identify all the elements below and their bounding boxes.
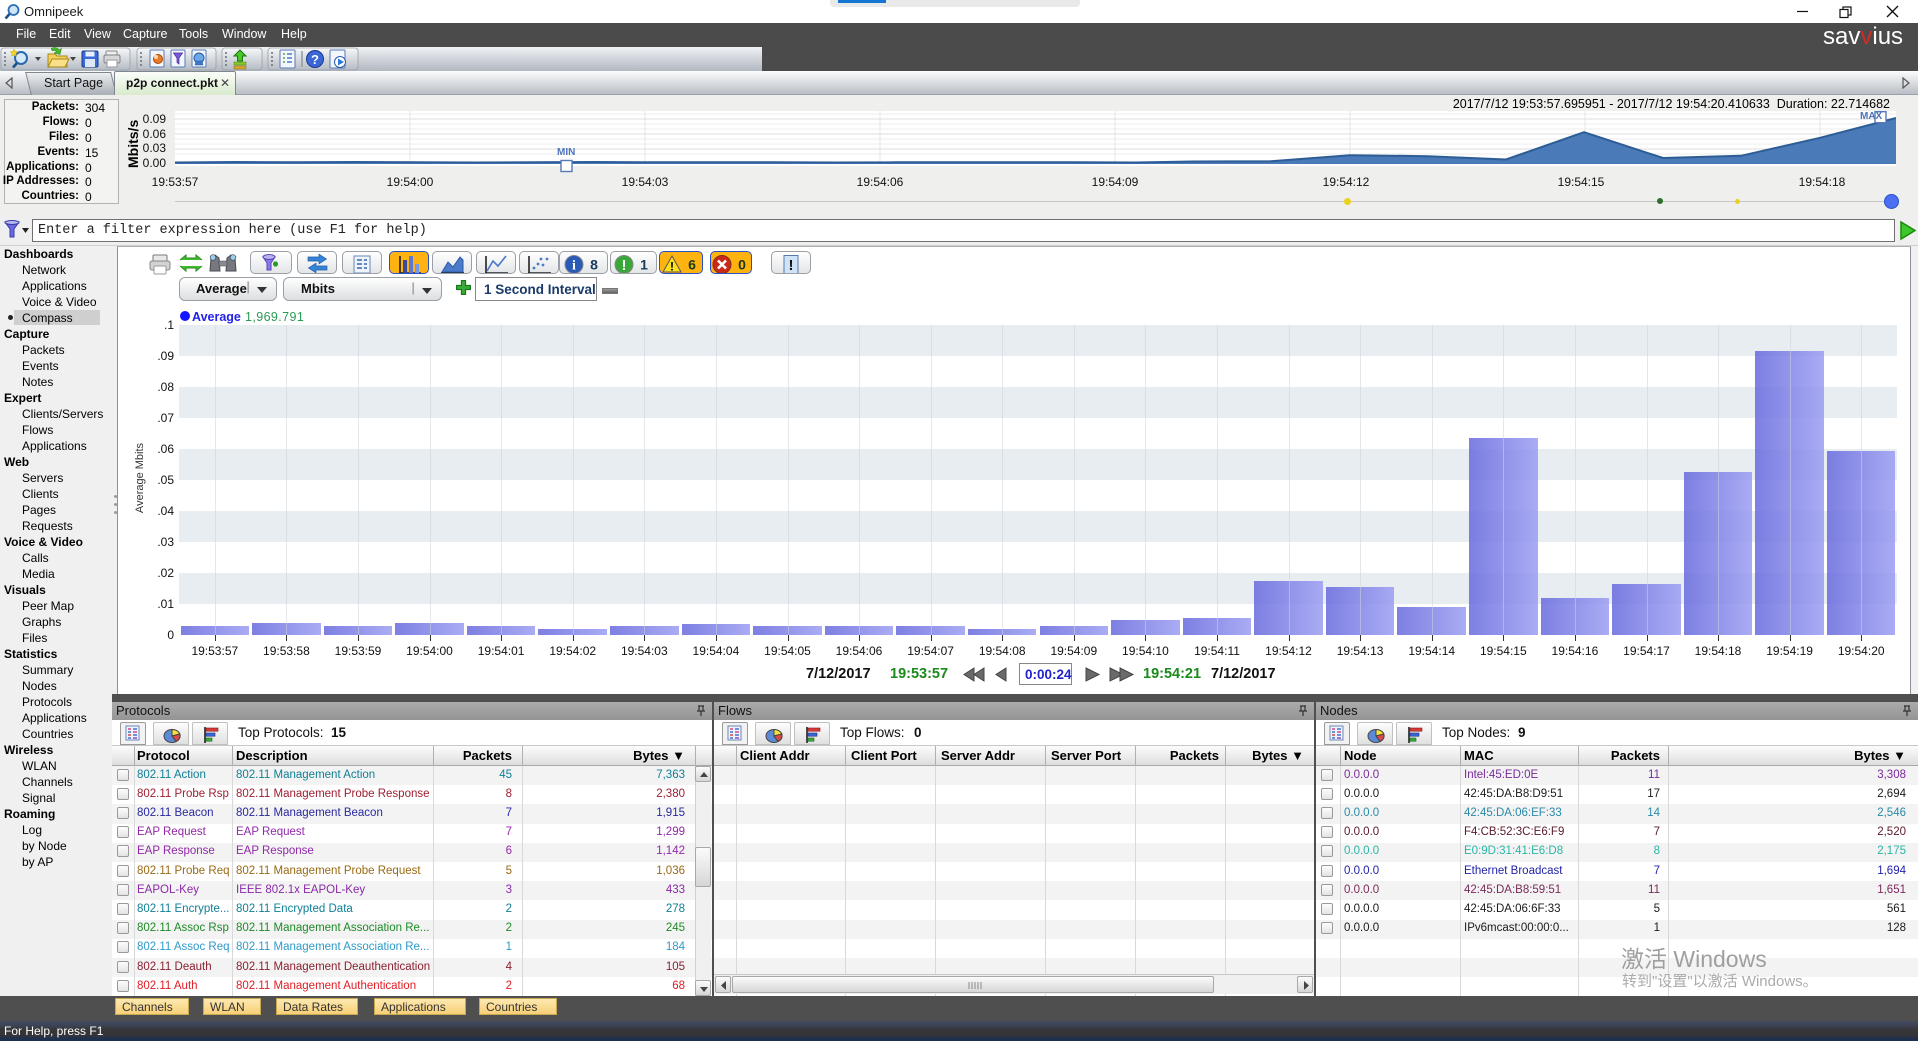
svg-text:?: ? (311, 52, 319, 67)
svg-text:!: ! (789, 257, 794, 274)
svg-text:1: 1 (640, 257, 648, 273)
svg-text:!: ! (670, 260, 674, 274)
svg-text:0: 0 (738, 257, 746, 273)
svg-text:6: 6 (688, 257, 696, 273)
svg-text:8: 8 (590, 257, 598, 273)
svg-text:i: i (572, 259, 576, 274)
svg-text:!: ! (622, 257, 627, 274)
